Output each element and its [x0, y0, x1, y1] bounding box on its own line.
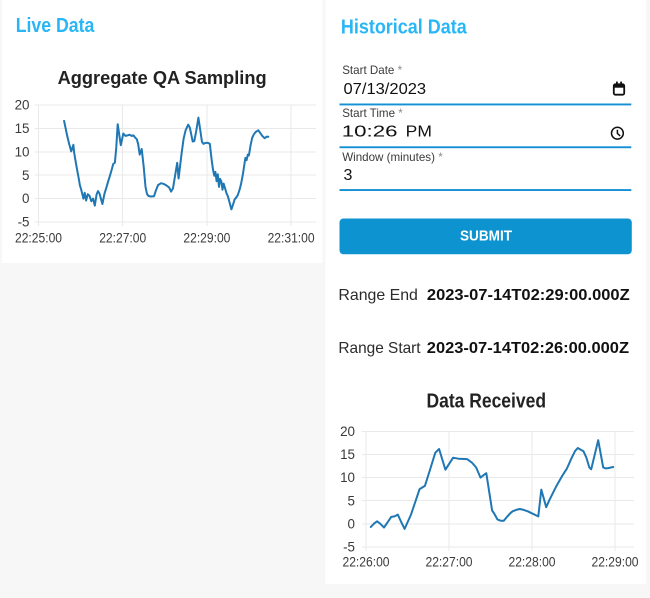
svg-text:20: 20	[340, 424, 355, 439]
svg-text:2023-07-14T02:29:00.000Z: 2023-07-14T02:29:00.000Z	[427, 287, 630, 304]
svg-text:0: 0	[22, 191, 29, 206]
svg-text:Aggregate QA Sampling: Aggregate QA Sampling	[58, 67, 267, 88]
svg-text:22:31:00: 22:31:00	[268, 230, 315, 245]
svg-text:20: 20	[15, 98, 30, 113]
svg-text:22:27:00: 22:27:00	[99, 230, 146, 245]
svg-text:10: 10	[340, 470, 355, 485]
svg-text:0: 0	[348, 516, 355, 531]
svg-text:15: 15	[15, 121, 30, 136]
svg-text:3: 3	[344, 167, 353, 184]
svg-text:PM: PM	[406, 124, 432, 141]
svg-text:Live Data: Live Data	[16, 15, 95, 37]
svg-text:22:29:00: 22:29:00	[183, 230, 230, 245]
svg-text:22:27:00: 22:27:00	[426, 555, 473, 570]
svg-text:07/13/2023: 07/13/2023	[344, 81, 427, 98]
svg-text:Range End: Range End	[338, 287, 418, 304]
svg-text:Historical Data: Historical Data	[341, 16, 468, 38]
svg-text:2023-07-14T02:26:00.000Z: 2023-07-14T02:26:00.000Z	[427, 340, 629, 357]
svg-text:5: 5	[22, 168, 29, 183]
svg-text:10: 10	[15, 144, 30, 159]
svg-text:22:28:00: 22:28:00	[509, 555, 556, 570]
svg-text:Start Date *: Start Date *	[342, 64, 402, 77]
svg-text:22:29:00: 22:29:00	[592, 555, 639, 570]
svg-text:-5: -5	[343, 540, 355, 555]
svg-text:Window (minutes) *: Window (minutes) *	[342, 151, 443, 164]
svg-text:5: 5	[348, 493, 355, 508]
svg-text:Data Received: Data Received	[427, 390, 547, 412]
svg-text:SUBMIT: SUBMIT	[460, 227, 512, 244]
svg-text:10:26: 10:26	[342, 124, 398, 141]
svg-text:Start Time *: Start Time *	[342, 107, 403, 120]
svg-text:22:25:00: 22:25:00	[15, 230, 62, 245]
svg-text:15: 15	[340, 447, 355, 462]
svg-text:Range Start: Range Start	[338, 340, 421, 357]
svg-text:22:26:00: 22:26:00	[343, 555, 390, 570]
svg-text:-5: -5	[18, 215, 30, 230]
